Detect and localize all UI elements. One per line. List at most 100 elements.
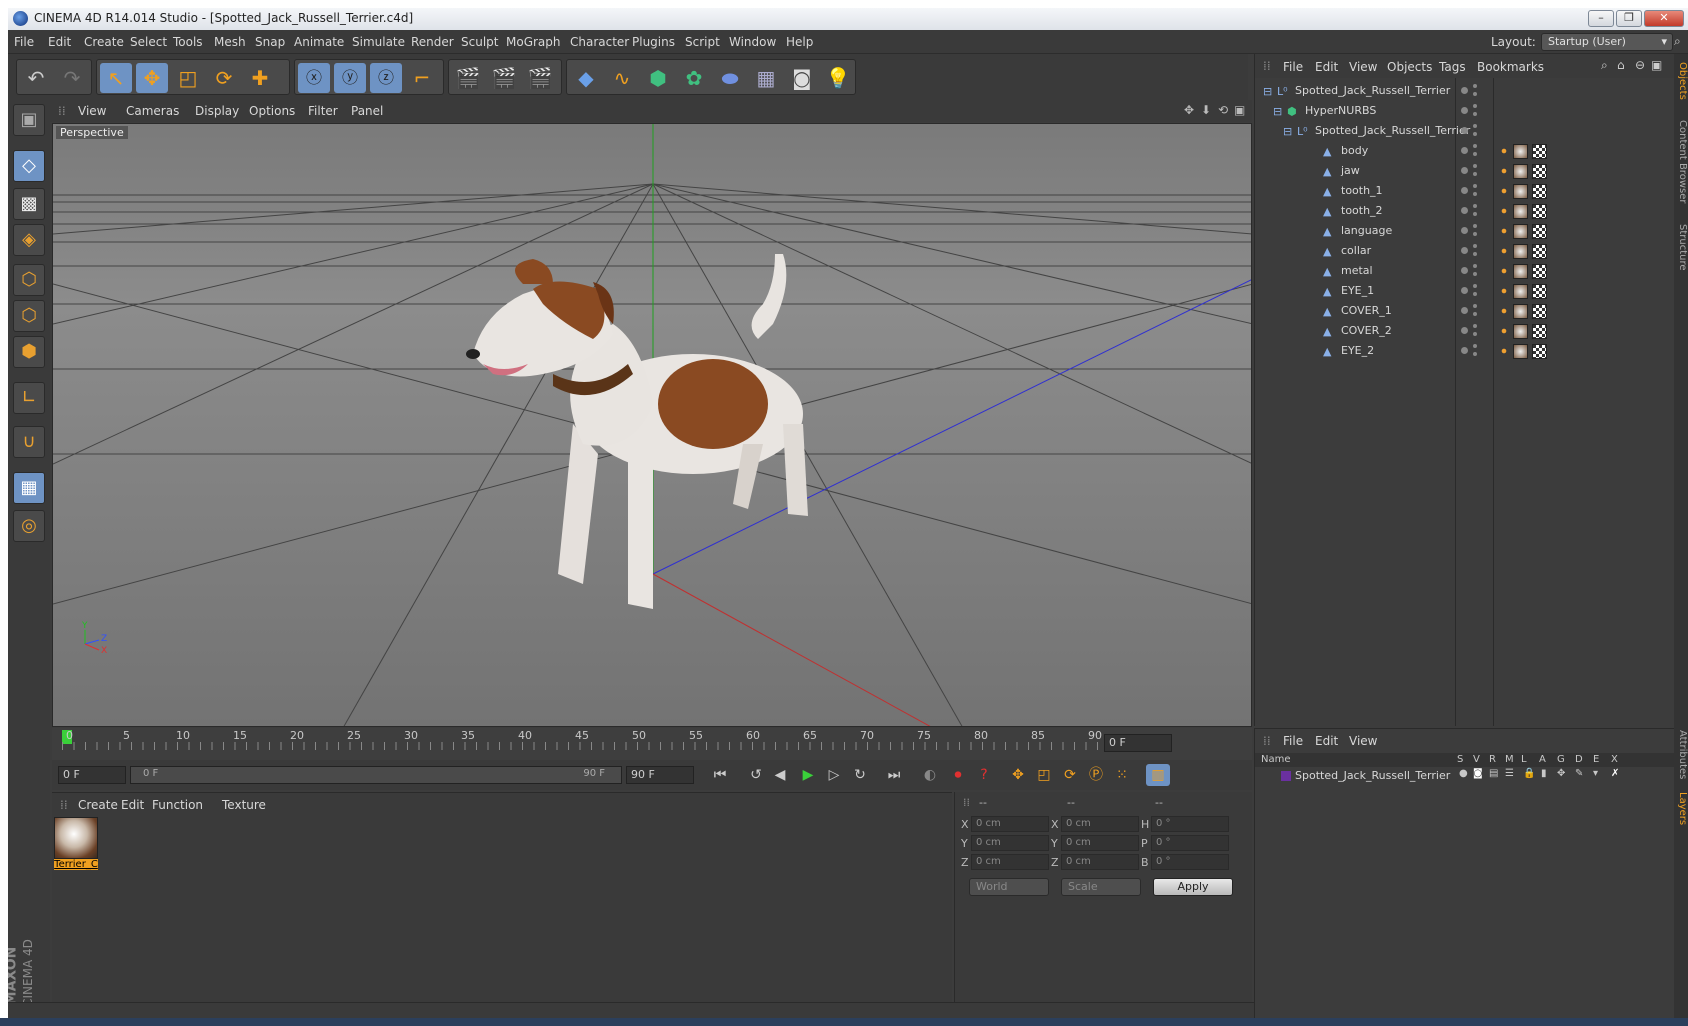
menu-script[interactable]: Script — [685, 35, 720, 49]
pan-icon[interactable]: ✥ — [1184, 103, 1194, 117]
current-frame-field[interactable]: 0 F — [1104, 734, 1172, 752]
menu-render[interactable]: Render — [411, 35, 454, 49]
deformers-icon[interactable]: ✎ — [1575, 768, 1583, 779]
snap-settings-icon[interactable]: ◎ — [13, 510, 45, 542]
material-swatch[interactable]: Terrier_C — [54, 817, 98, 873]
material-tag-icon[interactable] — [1513, 244, 1528, 259]
size-z-field[interactable]: 0 cm — [1061, 854, 1139, 870]
start-frame-field[interactable]: 0 F — [58, 766, 126, 784]
floor-icon[interactable]: ▦ — [750, 63, 782, 93]
tab-content-browser[interactable]: Content Browser — [1674, 120, 1688, 203]
phong-tag-icon[interactable] — [1499, 206, 1509, 216]
key-pla-icon[interactable]: ⁙ — [1110, 764, 1134, 786]
lock-icon[interactable]: 🔒 — [1523, 768, 1535, 779]
redo-icon[interactable]: ↷ — [56, 63, 88, 93]
maximize-button[interactable]: ❐ — [1616, 10, 1642, 27]
visibility-dot[interactable] — [1473, 184, 1477, 188]
undo-icon[interactable]: ↶ — [20, 63, 52, 93]
layer-dot[interactable] — [1461, 307, 1468, 314]
object-row[interactable]: ⊟ ⬢ HyperNURBS — [1255, 102, 1675, 121]
visibility-dot[interactable] — [1473, 92, 1477, 96]
material-tag-icon[interactable] — [1513, 284, 1528, 299]
visibility-dot[interactable] — [1473, 292, 1477, 296]
menu-file[interactable]: File — [14, 35, 34, 49]
deformer-icon[interactable]: ⬬ — [714, 63, 746, 93]
mat-menu-function[interactable]: Function — [152, 798, 203, 812]
texture-tag-icon[interactable] — [1532, 184, 1547, 199]
material-tag-icon[interactable] — [1513, 204, 1528, 219]
object-row[interactable]: ▲ collar — [1255, 242, 1675, 261]
texture-tag-icon[interactable] — [1532, 164, 1547, 179]
layer-dot[interactable] — [1461, 267, 1468, 274]
position-y-field[interactable]: 0 cm — [971, 835, 1049, 851]
prev-frame-icon[interactable]: ◀ — [768, 764, 792, 786]
object-row[interactable]: ▲ EYE_2 — [1255, 342, 1675, 361]
menu-mesh[interactable]: Mesh — [214, 35, 246, 49]
phong-tag-icon[interactable] — [1499, 286, 1509, 296]
material-tag-icon[interactable] — [1513, 324, 1528, 339]
visibility-dot[interactable] — [1473, 104, 1477, 108]
workplane-mode-icon[interactable]: ◈ — [13, 224, 45, 256]
spline-icon[interactable]: ∿ — [606, 63, 638, 93]
object-row[interactable]: ▲ language — [1255, 222, 1675, 241]
menu-simulate[interactable]: Simulate — [352, 35, 405, 49]
phong-tag-icon[interactable] — [1499, 166, 1509, 176]
visibility-dot[interactable] — [1473, 212, 1477, 216]
create-tool-icon[interactable]: ✚ — [244, 63, 276, 93]
object-row[interactable]: ⊟ L⁰ Spotted_Jack_Russell_Terrier — [1255, 122, 1675, 141]
key-param-icon[interactable]: Ⓟ — [1084, 764, 1108, 786]
live-selection-icon[interactable]: ↖ — [100, 63, 132, 93]
play-icon[interactable]: ▶ — [796, 764, 820, 786]
timeline-ruler[interactable]: 0 5 10 15 20 25 30 35 40 45 50 55 60 65 … — [52, 728, 1252, 760]
obj-menu-tags[interactable]: Tags — [1439, 60, 1466, 74]
material-tag-icon[interactable] — [1513, 304, 1528, 319]
render-icon[interactable]: ▤ — [1489, 768, 1498, 779]
object-row[interactable]: ▲ COVER_2 — [1255, 322, 1675, 341]
texture-tag-icon[interactable] — [1532, 204, 1547, 219]
tab-attributes[interactable]: Attributes — [1674, 730, 1688, 779]
tab-structure[interactable]: Structure — [1674, 224, 1688, 271]
goto-end-icon[interactable]: ⏭ — [882, 764, 906, 786]
layer-menu-edit[interactable]: Edit — [1315, 734, 1338, 748]
snap-lock-icon[interactable]: ▦ — [13, 472, 45, 504]
size-x-field[interactable]: 0 cm — [1061, 816, 1139, 832]
end-frame-field[interactable]: 90 F — [626, 766, 694, 784]
auto-key-icon[interactable]: ? — [972, 764, 996, 786]
object-row[interactable]: ▲ jaw — [1255, 162, 1675, 181]
visibility-dot[interactable] — [1473, 172, 1477, 176]
position-z-field[interactable]: 0 cm — [971, 854, 1049, 870]
object-row[interactable]: ▲ tooth_2 — [1255, 202, 1675, 221]
layer-dot[interactable] — [1461, 187, 1468, 194]
visibility-dot[interactable] — [1473, 132, 1477, 136]
texture-tag-icon[interactable] — [1532, 244, 1547, 259]
object-row[interactable]: ⊟ L⁰ Spotted_Jack_Russell_Terrier — [1255, 82, 1675, 101]
layer-dot[interactable] — [1461, 247, 1468, 254]
obj-menu-edit[interactable]: Edit — [1315, 60, 1338, 74]
scale-icon[interactable]: ◰ — [172, 63, 204, 93]
object-row[interactable]: ▲ body — [1255, 142, 1675, 161]
visibility-dot[interactable] — [1473, 112, 1477, 116]
layer-dot[interactable] — [1461, 227, 1468, 234]
polygons-mode-icon[interactable]: ⬢ — [13, 336, 45, 368]
layer-dot[interactable] — [1461, 327, 1468, 334]
visibility-dot[interactable] — [1473, 312, 1477, 316]
phong-tag-icon[interactable] — [1499, 346, 1509, 356]
layout-select[interactable]: Startup (User) ▾ — [1541, 33, 1673, 51]
visibility-dot[interactable] — [1473, 232, 1477, 236]
material-tag-icon[interactable] — [1513, 224, 1528, 239]
manager-icon[interactable]: ☰ — [1505, 768, 1514, 779]
expand-toggle-icon[interactable]: ⊟ — [1273, 105, 1282, 118]
light-icon[interactable]: 💡 — [822, 63, 854, 93]
material-tag-icon[interactable] — [1513, 164, 1528, 179]
texture-tag-icon[interactable] — [1532, 344, 1547, 359]
visibility-dot[interactable] — [1473, 272, 1477, 276]
move-icon[interactable]: ✥ — [136, 63, 168, 93]
menu-plugins[interactable]: Plugins — [632, 35, 675, 49]
maximize-view-icon[interactable]: ▣ — [1234, 103, 1245, 117]
object-row[interactable]: ▲ EYE_1 — [1255, 282, 1675, 301]
position-x-field[interactable]: 0 cm — [971, 816, 1049, 832]
layer-dot[interactable] — [1461, 167, 1468, 174]
layer-menu-view[interactable]: View — [1349, 734, 1377, 748]
layer-dot[interactable] — [1461, 127, 1468, 134]
range-slider[interactable]: 0 F 90 F — [130, 766, 622, 784]
